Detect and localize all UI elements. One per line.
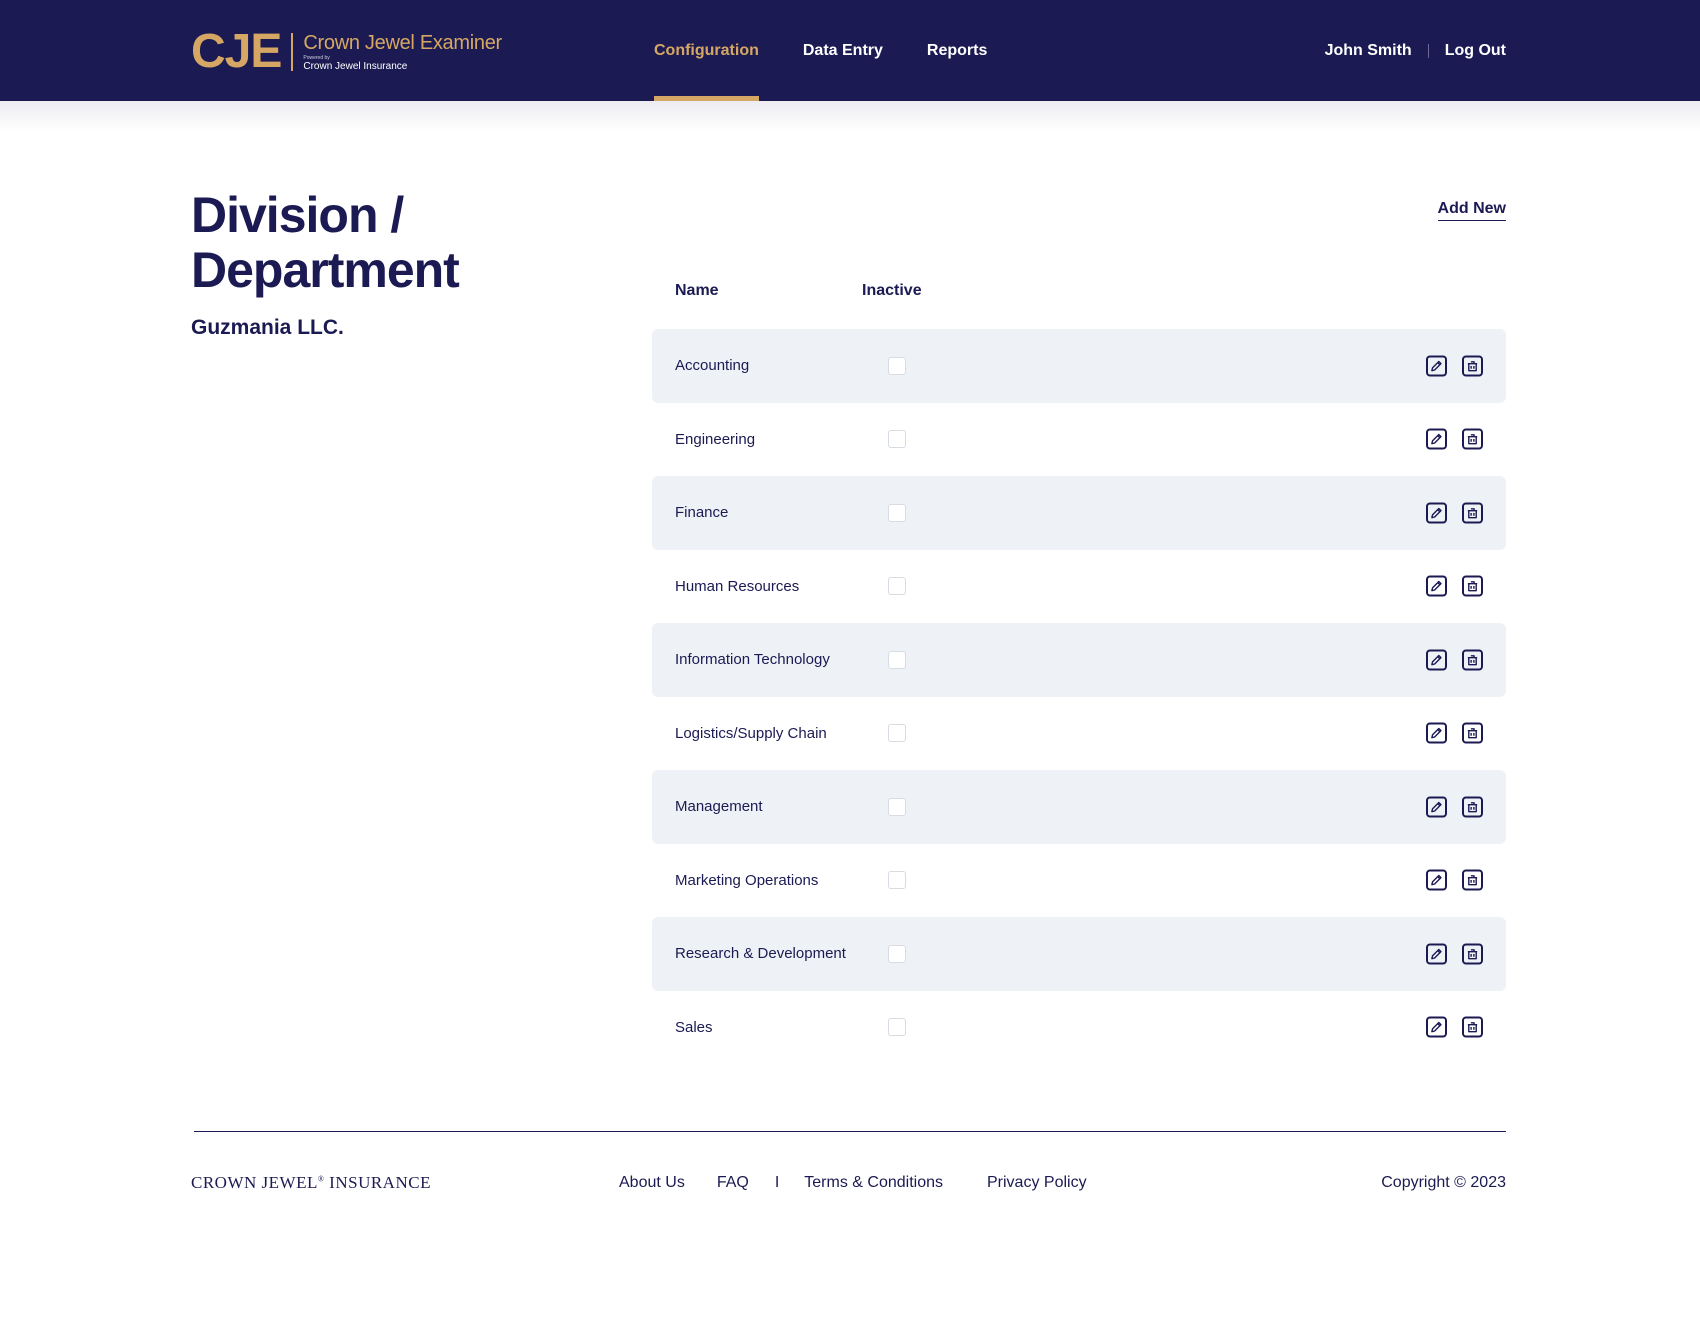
footer-link-separator: I [774,1174,780,1191]
inactive-checkbox[interactable] [888,650,906,669]
inactive-checkbox[interactable] [888,577,906,596]
user-area: John Smith Log Out [1325,0,1506,101]
user-separator [1427,43,1429,58]
table-row: Management [652,770,1506,844]
footer-link-terms[interactable]: Terms & Conditions [804,1174,943,1192]
delete-icon[interactable] [1462,1016,1483,1038]
nav-data-entry[interactable]: Data Entry [803,0,883,101]
row-name: Accounting [675,357,750,375]
row-actions [1426,649,1483,671]
header-shadow [0,101,1700,131]
footer-link-about[interactable]: About Us [619,1174,685,1192]
edit-icon[interactable] [1426,502,1447,524]
logo-title: Crown Jewel Examiner [303,31,502,54]
row-actions [1426,502,1483,524]
delete-icon[interactable] [1462,502,1483,524]
row-name: Marketing Operations [675,871,819,889]
footer-link-faq[interactable]: FAQ [717,1174,749,1192]
table-row: Engineering [652,403,1506,477]
table-row: Accounting [652,329,1506,403]
edit-icon[interactable] [1426,355,1447,377]
row-actions [1426,796,1483,818]
delete-icon[interactable] [1462,575,1483,597]
logo-mark: CJE [191,25,282,78]
inactive-checkbox[interactable] [888,1018,906,1037]
row-name: Research & Development [675,945,846,963]
edit-icon[interactable] [1426,943,1447,965]
row-actions [1426,1016,1483,1038]
row-actions [1426,575,1483,597]
delete-icon[interactable] [1462,869,1483,891]
inactive-checkbox[interactable] [888,944,906,963]
top-header: CJE Crown Jewel Examiner Powered by Crow… [0,0,1700,101]
edit-icon[interactable] [1426,428,1447,450]
delete-icon[interactable] [1462,355,1483,377]
column-header-name: Name [675,282,719,299]
row-name: Human Resources [675,577,800,595]
inactive-checkbox[interactable] [888,356,906,375]
footer-brand-right: INSURANCE [324,1173,431,1192]
department-table: Name Inactive Accounting Engineering Finan… [652,270,1506,1064]
row-actions [1426,869,1483,891]
logout-link[interactable]: Log Out [1445,42,1506,60]
inactive-checkbox[interactable] [888,503,906,522]
row-actions [1426,722,1483,744]
logo-divider [291,33,294,71]
table-body: Accounting Engineering Finance Human Resour… [652,329,1506,1064]
table-row: Marketing Operations [652,844,1506,918]
main-nav: Configuration Data Entry Reports [654,0,1031,101]
table-row: Logistics/Supply Chain [652,697,1506,771]
table-row: Information Technology [652,623,1506,697]
page-title: Division / Department [191,187,460,298]
delete-icon[interactable] [1462,428,1483,450]
inactive-checkbox[interactable] [888,871,906,890]
table-row: Human Resources [652,550,1506,624]
add-new-link[interactable]: Add New [1437,200,1506,221]
footer-brand-left: CROWN JEWEL [191,1173,318,1192]
row-name: Finance [675,504,729,522]
edit-icon[interactable] [1426,1016,1447,1038]
nav-reports[interactable]: Reports [927,0,987,101]
row-actions [1426,428,1483,450]
row-actions [1426,943,1483,965]
row-name: Logistics/Supply Chain [675,724,827,742]
footer-link-privacy[interactable]: Privacy Policy [987,1174,1087,1192]
inactive-checkbox[interactable] [888,797,906,816]
row-name: Information Technology [675,651,830,669]
delete-icon[interactable] [1462,722,1483,744]
table-row: Research & Development [652,917,1506,991]
row-actions [1426,355,1483,377]
edit-icon[interactable] [1426,649,1447,671]
copyright: Copyright © 2023 [1381,1174,1506,1191]
footer-brand: CROWN JEWEL® INSURANCE [191,1173,431,1193]
app-logo[interactable]: CJE Crown Jewel Examiner Powered by Crow… [191,28,502,76]
inactive-checkbox[interactable] [888,724,906,743]
user-name[interactable]: John Smith [1325,42,1412,60]
inactive-checkbox[interactable] [888,430,906,449]
table-header: Name Inactive [652,270,1506,312]
delete-icon[interactable] [1462,943,1483,965]
nav-configuration[interactable]: Configuration [654,0,759,101]
column-header-inactive: Inactive [862,282,922,299]
edit-icon[interactable] [1426,722,1447,744]
edit-icon[interactable] [1426,869,1447,891]
footer-links: About Us FAQ I Terms & Conditions Privac… [619,1174,1087,1192]
table-row: Sales [652,991,1506,1065]
company-name: Guzmania LLC. [191,316,344,339]
footer-divider [194,1131,1506,1132]
delete-icon[interactable] [1462,649,1483,671]
logo-text: Crown Jewel Examiner Powered by Crown Je… [303,32,502,73]
table-row: Finance [652,476,1506,550]
row-name: Engineering [675,430,756,448]
edit-icon[interactable] [1426,575,1447,597]
edit-icon[interactable] [1426,796,1447,818]
row-name: Sales [675,1018,713,1036]
logo-subtitle: Crown Jewel Insurance [303,60,408,72]
row-name: Management [675,798,763,816]
delete-icon[interactable] [1462,796,1483,818]
